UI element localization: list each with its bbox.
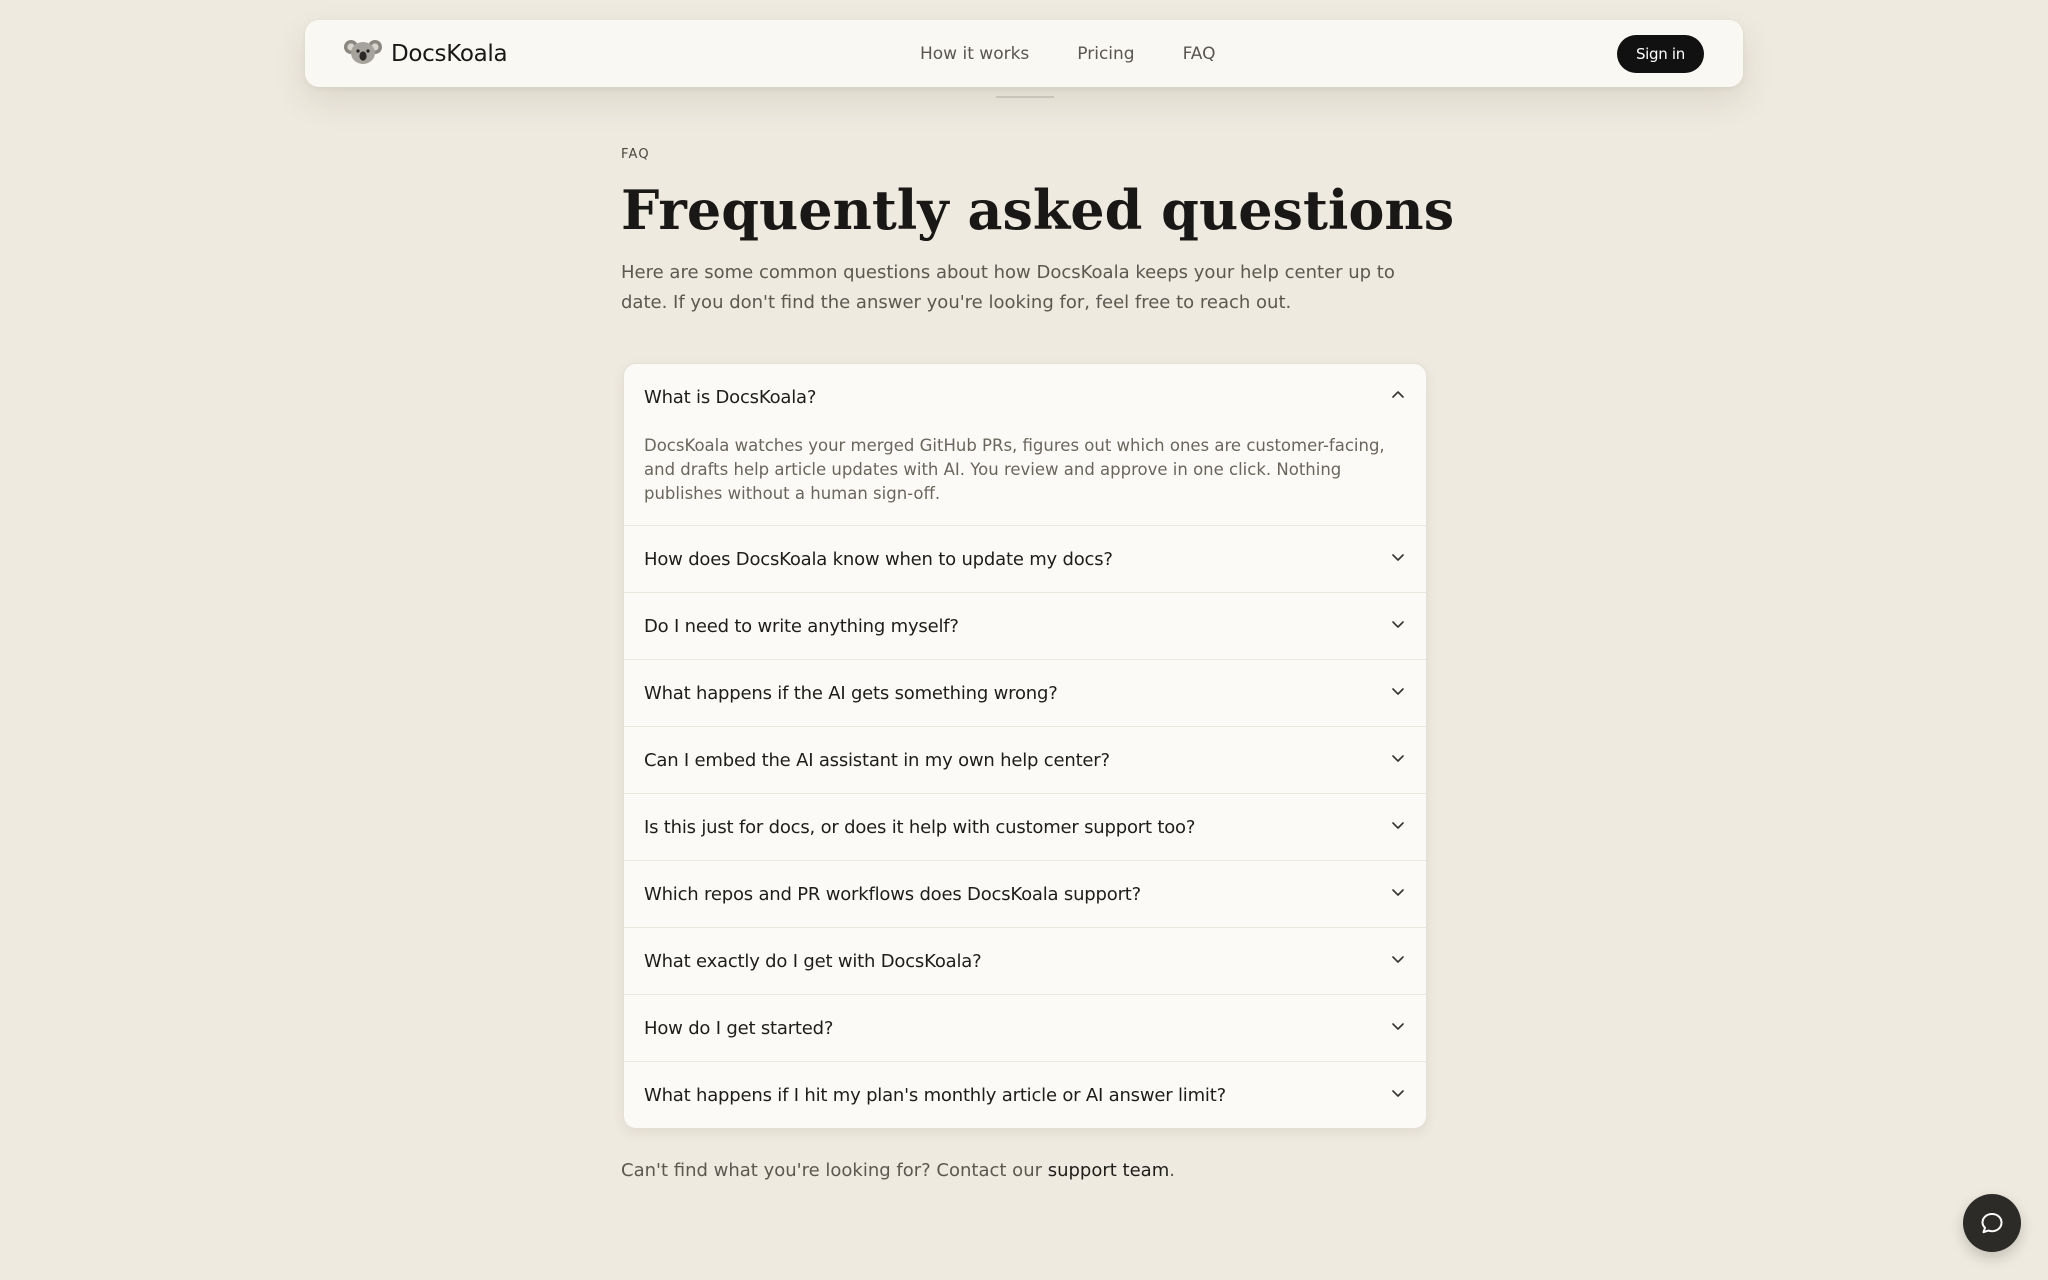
faq-question-toggle[interactable]: Which repos and PR workflows does DocsKo… xyxy=(624,861,1426,927)
faq-answer: DocsKoala watches your merged GitHub PRs… xyxy=(644,436,1385,503)
faq-question: Is this just for docs, or does it help w… xyxy=(644,816,1196,838)
chevron-down-icon xyxy=(1392,822,1404,829)
koala-icon xyxy=(344,37,382,71)
nav-link-pricing[interactable]: Pricing xyxy=(1077,44,1134,64)
chevron-down-icon xyxy=(1392,1090,1404,1097)
faq-question: What exactly do I get with DocsKoala? xyxy=(644,950,982,972)
faq-item: Can I embed the AI assistant in my own h… xyxy=(624,726,1426,793)
faq-question-toggle[interactable]: How do I get started? xyxy=(624,995,1426,1061)
nav-link-faq[interactable]: FAQ xyxy=(1183,44,1216,64)
faq-question-toggle[interactable]: Can I embed the AI assistant in my own h… xyxy=(624,727,1426,793)
faq-item: Do I need to write anything myself? xyxy=(624,592,1426,659)
contact-note: Can't find what you're looking for? Cont… xyxy=(621,1160,1175,1181)
active-nav-indicator xyxy=(996,96,1054,98)
section-eyebrow: FAQ xyxy=(621,147,650,162)
faq-question: Can I embed the AI assistant in my own h… xyxy=(644,749,1110,771)
brand[interactable]: DocsKoala xyxy=(344,20,508,87)
page-title: Frequently asked questions xyxy=(621,178,1455,242)
faq-item: What happens if I hit my plan's monthly … xyxy=(624,1061,1426,1128)
chevron-down-icon xyxy=(1392,889,1404,896)
faq-item: Which repos and PR workflows does DocsKo… xyxy=(624,860,1426,927)
faq-question-toggle[interactable]: How does DocsKoala know when to update m… xyxy=(624,526,1426,592)
faq-question: How does DocsKoala know when to update m… xyxy=(644,548,1113,570)
main-nav: How it works Pricing FAQ xyxy=(920,20,1264,87)
faq-item: What exactly do I get with DocsKoala? xyxy=(624,927,1426,994)
chat-widget-button[interactable] xyxy=(1963,1194,2021,1252)
faq-question: Which repos and PR workflows does DocsKo… xyxy=(644,883,1141,905)
faq-question: How do I get started? xyxy=(644,1017,834,1039)
contact-note-suffix: . xyxy=(1169,1160,1175,1181)
support-team-link[interactable]: support team xyxy=(1048,1160,1170,1181)
sign-in-button[interactable]: Sign in xyxy=(1616,35,1704,73)
faq-question: Do I need to write anything myself? xyxy=(644,615,959,637)
faq-item: What is DocsKoala? DocsKoala watches you… xyxy=(624,364,1426,525)
faq-item: What happens if the AI gets something wr… xyxy=(624,659,1426,726)
faq-question-toggle[interactable]: What is DocsKoala? xyxy=(624,364,1426,430)
chevron-down-icon xyxy=(1392,688,1404,695)
chevron-up-icon xyxy=(1392,391,1404,398)
faq-item: Is this just for docs, or does it help w… xyxy=(624,793,1426,860)
brand-name: DocsKoala xyxy=(391,40,508,67)
nav-link-how-it-works[interactable]: How it works xyxy=(920,44,1029,64)
chat-bubble-icon xyxy=(1981,1213,2003,1234)
chevron-down-icon xyxy=(1392,1023,1404,1030)
faq-question: What happens if the AI gets something wr… xyxy=(644,682,1058,704)
faq-question-toggle[interactable]: What happens if I hit my plan's monthly … xyxy=(624,1062,1426,1128)
contact-note-prefix: Can't find what you're looking for? Cont… xyxy=(621,1160,1048,1181)
faq-question-toggle[interactable]: What happens if the AI gets something wr… xyxy=(624,660,1426,726)
chevron-down-icon xyxy=(1392,755,1404,762)
top-navbar: DocsKoala How it works Pricing FAQ Sign … xyxy=(305,20,1743,87)
faq-question: What happens if I hit my plan's monthly … xyxy=(644,1084,1226,1106)
chevron-down-icon xyxy=(1392,956,1404,963)
faq-item: How do I get started? xyxy=(624,994,1426,1061)
faq-accordion: What is DocsKoala? DocsKoala watches you… xyxy=(623,363,1427,1129)
chevron-down-icon xyxy=(1392,621,1404,628)
faq-question-toggle[interactable]: Is this just for docs, or does it help w… xyxy=(624,794,1426,860)
intro-text: Here are some common questions about how… xyxy=(621,262,1395,313)
faq-item: How does DocsKoala know when to update m… xyxy=(624,525,1426,592)
faq-question-toggle[interactable]: What exactly do I get with DocsKoala? xyxy=(624,928,1426,994)
chevron-down-icon xyxy=(1392,554,1404,561)
faq-question: What is DocsKoala? xyxy=(644,386,817,408)
faq-question-toggle[interactable]: Do I need to write anything myself? xyxy=(624,593,1426,659)
